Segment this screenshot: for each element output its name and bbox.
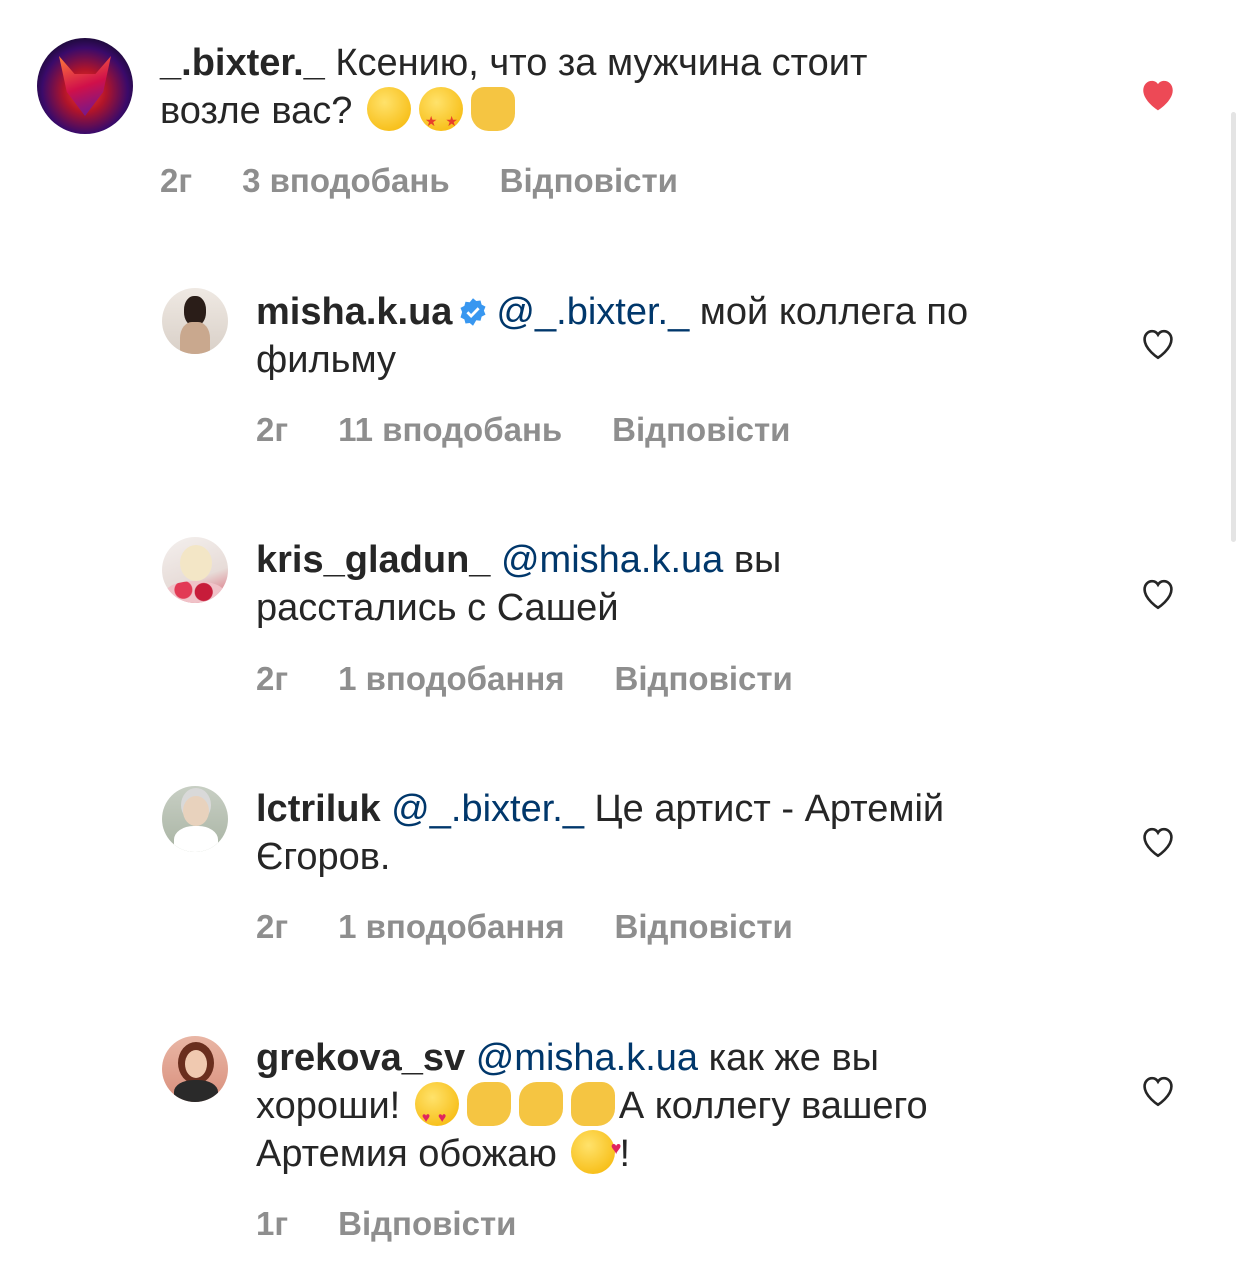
reply-button[interactable]: Відповісти [612, 411, 790, 448]
comment-meta: 2г 1 вподобання Відповісти [256, 908, 843, 946]
timestamp: 2г [256, 908, 289, 945]
comment-body: Це артист - Артемій [583, 788, 945, 830]
likes-count[interactable]: 11 вподобань [338, 411, 562, 448]
comment-body: Єгоров. [256, 836, 391, 878]
star-struck-emoji [418, 87, 463, 145]
comment-body: расстались с Сашей [256, 587, 619, 629]
heart-outline-icon[interactable] [1138, 823, 1178, 859]
clapping-hands-emoji [466, 1082, 511, 1126]
timestamp: 1г [256, 1205, 289, 1242]
comment-text: _.bixter._ Ксению, что за мужчина стоит … [160, 39, 1060, 145]
comment-body: Ксению, что за мужчина стоит [324, 42, 868, 84]
reply-button[interactable]: Відповісти [615, 908, 793, 945]
comment-body: Артемия обожаю [256, 1133, 568, 1175]
comment-body: мой коллега по [689, 291, 969, 333]
reply-button[interactable]: Відповісти [500, 162, 678, 199]
mention-link[interactable]: @misha.k.ua [501, 539, 723, 581]
verified-badge-icon [460, 298, 486, 326]
comment-meta: 2г 3 вподобань Відповісти [160, 162, 728, 200]
likes-count[interactable]: 1 вподобання [338, 660, 564, 697]
clapping-hands-emoji [570, 1082, 615, 1126]
avatar[interactable] [162, 786, 228, 852]
heart-outline-icon[interactable] [1138, 575, 1178, 611]
heart-eyes-emoji [414, 1082, 459, 1141]
mention-link[interactable]: @_.bixter._ [391, 788, 584, 830]
comment-text: kris_gladun_ @misha.k.ua вы расстались с… [256, 536, 1116, 632]
username-link[interactable]: _.bixter._ [160, 42, 325, 84]
avatar[interactable] [162, 537, 228, 603]
scrollbar[interactable] [1231, 112, 1236, 542]
username-link[interactable]: misha.k.ua [256, 291, 452, 333]
heart-icon[interactable] [1138, 76, 1178, 112]
clapping-hands-emoji [518, 1082, 563, 1126]
comment-body: фильму [256, 339, 397, 381]
likes-count[interactable]: 3 вподобань [242, 162, 450, 199]
mention-link[interactable]: @_.bixter._ [496, 291, 689, 333]
heart-outline-icon[interactable] [1138, 1072, 1178, 1108]
timestamp: 2г [160, 162, 193, 199]
thumbs-up-emoji [470, 87, 515, 131]
mention-link[interactable]: @misha.k.ua [476, 1037, 698, 1079]
comment-body: вы [723, 539, 782, 581]
heart-outline-icon[interactable] [1138, 325, 1178, 361]
username-link[interactable]: lctriluk [256, 788, 381, 830]
avatar[interactable] [162, 1036, 228, 1102]
comment-text: misha.k.ua @_.bixter._ мой коллега по фил… [256, 288, 1116, 384]
comment-text: lctriluk @_.bixter._ Це артист - Артемій… [256, 785, 1116, 881]
timestamp: 2г [256, 411, 289, 448]
username-link[interactable]: kris_gladun_ [256, 539, 490, 581]
comment-text: grekova_sv @misha.k.ua как же вы хороши!… [256, 1034, 1136, 1178]
timestamp: 2г [256, 660, 289, 697]
comment-meta: 1г Відповісти [256, 1205, 566, 1243]
smiling-face-with-hearts-emoji [571, 1124, 621, 1174]
likes-count[interactable]: 1 вподобання [338, 908, 564, 945]
reply-button[interactable]: Відповісти [338, 1205, 516, 1242]
avatar[interactable] [37, 38, 133, 134]
avatar[interactable] [162, 288, 228, 354]
comment-meta: 2г 11 вподобань Відповісти [256, 411, 840, 449]
comment-body: возле вас? [160, 90, 363, 132]
comment-body: А коллегу вашего [618, 1085, 928, 1127]
comment-meta: 2г 1 вподобання Відповісти [256, 660, 843, 698]
thinking-face-emoji [366, 87, 411, 131]
reply-button[interactable]: Відповісти [615, 660, 793, 697]
username-link[interactable]: grekova_sv [256, 1037, 465, 1079]
comment-body: как же вы [698, 1037, 879, 1079]
comment-body: хороши! [256, 1085, 411, 1127]
